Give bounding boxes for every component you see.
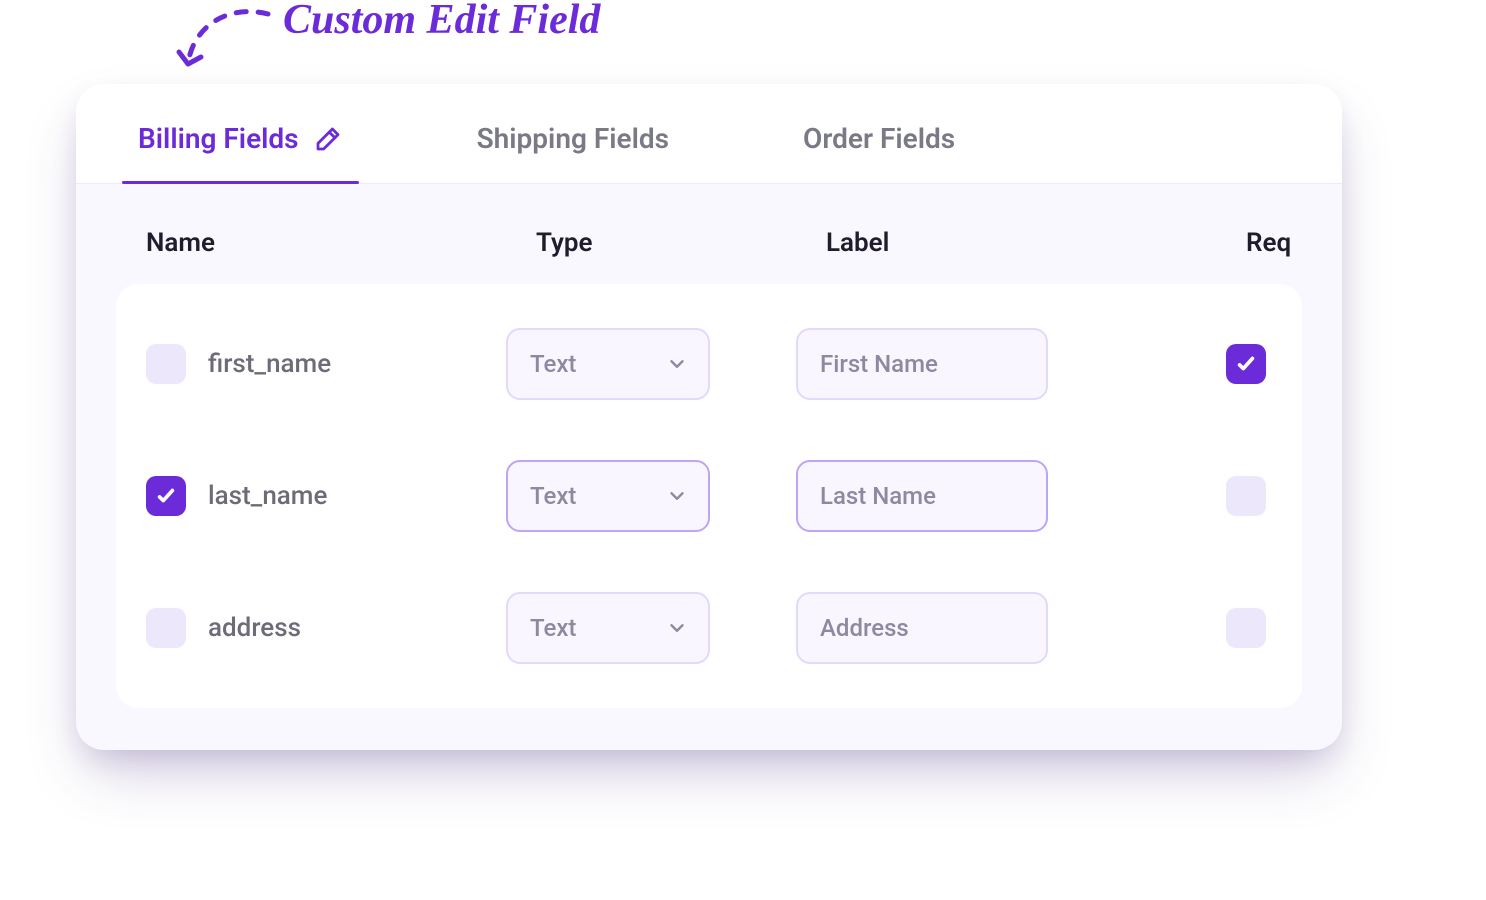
type-select-value: Text — [530, 482, 576, 510]
field-name: first_name — [208, 349, 331, 379]
rows-container: first_name Text First Name — [116, 284, 1302, 708]
type-select[interactable]: Text — [506, 460, 710, 532]
field-name: address — [208, 613, 301, 643]
label-input-value: First Name — [820, 350, 938, 378]
type-select[interactable]: Text — [506, 592, 710, 664]
tab-label: Shipping Fields — [477, 122, 669, 155]
label-input[interactable]: First Name — [796, 328, 1048, 400]
chevron-down-icon — [666, 353, 688, 375]
type-cell: Text — [506, 460, 796, 532]
req-cell — [1216, 476, 1272, 516]
type-select-value: Text — [530, 614, 576, 642]
chevron-down-icon — [666, 485, 688, 507]
label-cell: Address — [796, 592, 1216, 664]
tabs-bar: Billing Fields Shipping Fields Order Fie… — [76, 84, 1342, 184]
label-input-value: Address — [820, 614, 909, 642]
table-row: first_name Text First Name — [116, 298, 1302, 430]
column-header-name: Name — [146, 228, 536, 258]
column-header-req: Req — [1246, 228, 1295, 258]
row-select-checkbox[interactable] — [146, 344, 186, 384]
type-cell: Text — [506, 592, 796, 664]
label-input[interactable]: Last Name — [796, 460, 1048, 532]
label-input-value: Last Name — [820, 482, 936, 510]
row-select-checkbox[interactable] — [146, 608, 186, 648]
type-cell: Text — [506, 328, 796, 400]
tab-label: Order Fields — [803, 122, 955, 155]
annotation-callout: Custom Edit Field — [173, 0, 573, 80]
table-row: address Text Address — [116, 562, 1302, 694]
field-name: last_name — [208, 481, 327, 511]
tab-order-fields[interactable]: Order Fields — [781, 84, 977, 183]
type-select[interactable]: Text — [506, 328, 710, 400]
name-cell: last_name — [146, 476, 506, 516]
edit-icon — [313, 124, 343, 154]
column-header-type: Type — [536, 228, 826, 258]
required-checkbox[interactable] — [1226, 608, 1266, 648]
tab-label: Billing Fields — [138, 122, 299, 155]
annotation-arrow-icon — [173, 6, 283, 86]
type-select-value: Text — [530, 350, 576, 378]
fields-card: Billing Fields Shipping Fields Order Fie… — [76, 84, 1342, 750]
req-cell — [1216, 608, 1272, 648]
required-checkbox[interactable] — [1226, 344, 1266, 384]
label-cell: Last Name — [796, 460, 1216, 532]
annotation-text: Custom Edit Field — [283, 0, 600, 44]
table-row: last_name Text Last Name — [116, 430, 1302, 562]
column-header-label: Label — [826, 228, 1246, 258]
req-cell — [1216, 344, 1272, 384]
label-cell: First Name — [796, 328, 1216, 400]
table-header: Name Type Label Req — [76, 184, 1342, 284]
name-cell: first_name — [146, 344, 506, 384]
chevron-down-icon — [666, 617, 688, 639]
label-input[interactable]: Address — [796, 592, 1048, 664]
required-checkbox[interactable] — [1226, 476, 1266, 516]
row-select-checkbox[interactable] — [146, 476, 186, 516]
tab-shipping-fields[interactable]: Shipping Fields — [455, 84, 691, 183]
tab-billing-fields[interactable]: Billing Fields — [116, 84, 365, 183]
name-cell: address — [146, 608, 506, 648]
